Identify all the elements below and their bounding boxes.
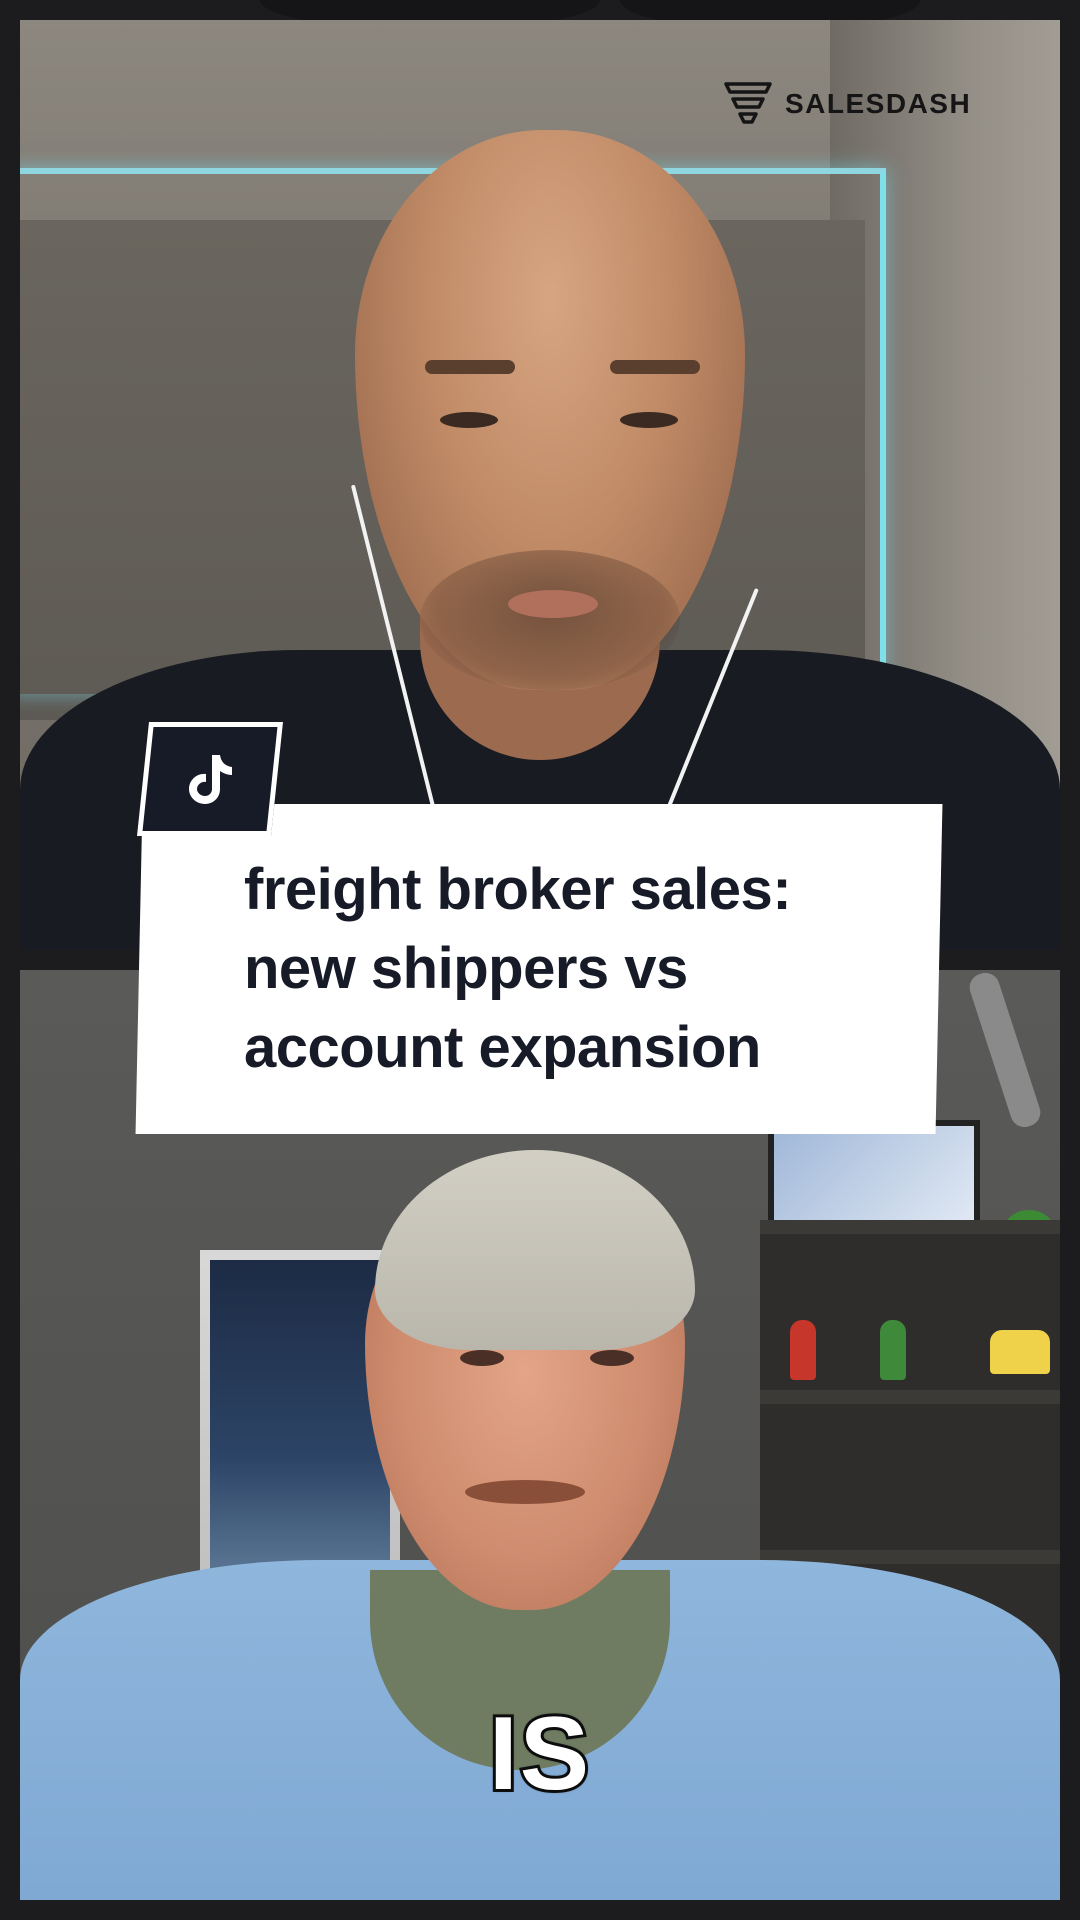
figurine (880, 1320, 906, 1380)
video-frame: SALESDASH freight broker sales: new ship… (0, 0, 1080, 1920)
speaker-bottom-cap (375, 1150, 695, 1350)
title-line: account expansion (244, 1015, 761, 1080)
speaker-top-brow (425, 360, 515, 374)
shelf (760, 1220, 1060, 1234)
title-headline: freight broker sales: new shippers vs ac… (244, 850, 884, 1087)
desk-lamp (966, 970, 1044, 1131)
brand-logo: SALESDASH (723, 80, 971, 128)
tiktok-badge (137, 722, 283, 836)
shelf (760, 1390, 1060, 1404)
figurine (990, 1330, 1050, 1374)
speaker-bottom-mustache (465, 1480, 585, 1504)
speaker-top-eye (620, 412, 678, 428)
funnel-icon (724, 82, 772, 124)
figurine (790, 1320, 816, 1380)
speaker-top-brow (610, 360, 700, 374)
title-line: freight broker sales: (244, 857, 792, 922)
speaker-top-mouth (508, 590, 598, 618)
subtitle-caption: IS (486, 1693, 592, 1815)
speaker-bottom-eye (460, 1350, 504, 1366)
speaker-bottom-eye (590, 1350, 634, 1366)
tiktok-icon (189, 755, 232, 804)
speaker-top-beard (420, 550, 680, 690)
title-line: new shippers vs (244, 936, 688, 1001)
brand-name: SALESDASH (785, 88, 972, 119)
speaker-top-eye (440, 412, 498, 428)
